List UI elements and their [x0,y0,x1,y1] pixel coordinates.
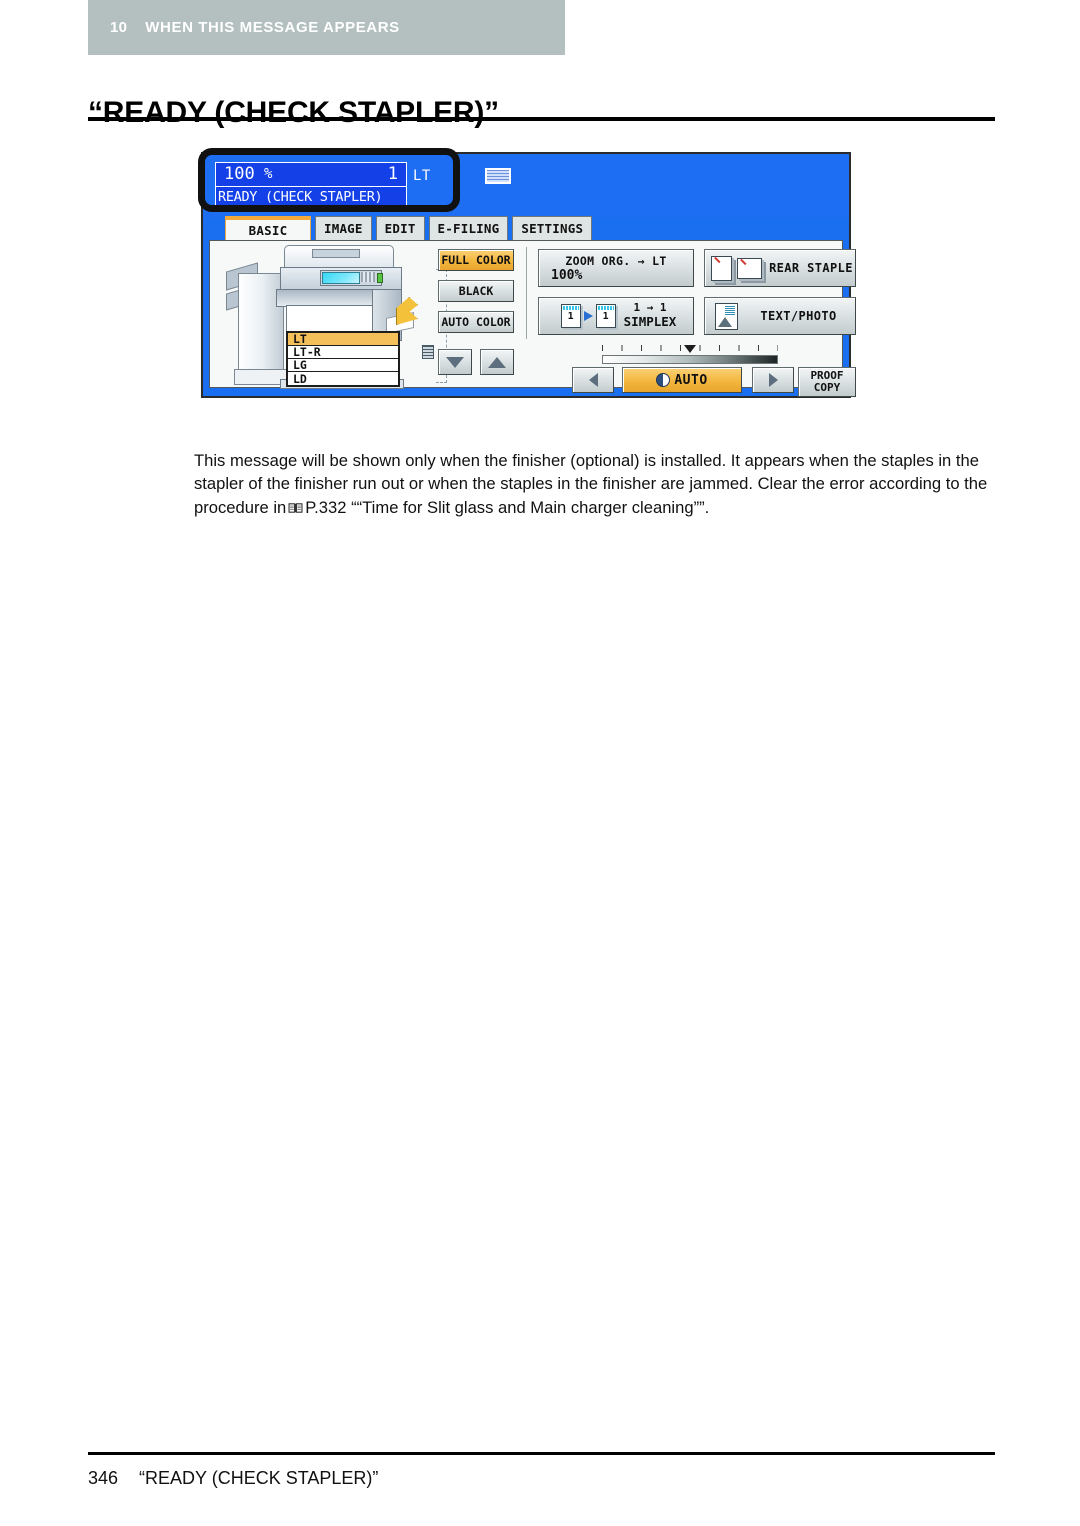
paper-size-indicator: LT [413,168,431,184]
duplex-mode-button[interactable]: 1 1 1 → 1 SIMPLEX [538,297,694,335]
tab-basic-label: BASIC [248,222,288,238]
body-paragraph: This message will be shown only when the… [194,449,994,520]
panel-header: 100 % 1 READY (CHECK STAPLER) LT [203,154,849,218]
zoom-button[interactable]: ZOOM ORG. → LT 100% [538,249,694,287]
zoom-unit: % [264,166,273,182]
density-control-group: AUTO PROOF COPY [538,345,856,397]
color-mode-group: FULL COLOR BLACK AUTO COLOR [438,249,514,342]
footer-divider [88,1452,995,1455]
copier-led-icon [377,273,383,283]
density-pointer-icon [684,345,696,353]
tab-settings[interactable]: SETTINGS [512,216,593,240]
title-divider [88,117,995,121]
copier-screen-icon [322,272,360,284]
arrow-left-icon [588,373,598,387]
duplex-source-number: 1 [567,311,574,322]
status-message: READY (CHECK STAPLER) [218,189,383,205]
density-gradient-bar[interactable] [602,355,778,364]
density-decrease-button[interactable] [572,367,614,393]
full-color-button[interactable]: FULL COLOR [438,249,514,271]
paper-tray-ld-label: LD [293,371,307,386]
auto-contrast-icon [656,373,671,387]
scroll-up-button[interactable] [480,349,514,375]
full-color-label: FULL COLOR [441,253,511,267]
rear-staple-label: REAR STAPLE [769,261,853,275]
copier-illustration: LT LT-R LG LD [226,245,447,389]
paper-tray-list: LT LT-R LG LD [286,331,400,387]
panel-body: LT LT-R LG LD FULL COLOR BLACK AUTO COLO… [209,240,856,397]
copier-exit-tray-icon [286,305,374,333]
density-auto-button[interactable]: AUTO [622,367,742,393]
rear-staple-button[interactable]: REAR STAPLE [704,249,856,287]
tab-basic[interactable]: BASIC [225,216,311,240]
body-part2: ““Time for Slit glass and Main charger c… [351,497,710,517]
original-mode-label: TEXT/PHOTO [760,309,837,323]
paper-tray-lt-label: LT [293,332,307,346]
zoom-button-line2: 100% [551,268,583,283]
black-label: BLACK [458,284,494,298]
single-page-source-icon: 1 [560,304,581,328]
manual-reference-icon [288,497,303,513]
footer-title: “READY (CHECK STAPLER)” [139,1468,379,1488]
running-head: 10 WHEN THIS MESSAGE APPEARS [88,0,565,55]
column-divider [526,247,527,339]
arrow-right-icon [768,373,778,387]
chapter-number: 10 [110,19,128,36]
document-status-icon [485,168,511,184]
tab-image[interactable]: IMAGE [315,216,372,240]
page-title: “READY (CHECK STAPLER)” [88,96,499,130]
document-feeder-arm-icon [312,249,360,258]
zoom-value: 100 [224,164,255,184]
staple-landscape-icon [737,257,762,279]
paper-tray-lg-label: LG [293,358,307,372]
zoom-button-line1: ZOOM ORG. → LT [565,254,667,268]
single-page-output-icon: 1 [595,304,616,328]
duplex-text: 1 → 1 SIMPLEX [624,302,677,329]
tray-scroll-group [438,349,514,375]
paper-tray-lt-r-label: LT-R [293,345,321,359]
copy-count: 1 [387,164,398,184]
tab-bar: BASIC IMAGE EDIT E-FILING SETTINGS [203,216,849,240]
status-display: 100 % 1 READY (CHECK STAPLER) [215,162,407,208]
original-mode-button[interactable]: TEXT/PHOTO [704,297,856,335]
copier-control-panel-figure: 100 % 1 READY (CHECK STAPLER) LT BASIC I… [201,152,856,398]
chevron-down-icon [446,356,464,368]
paper-tray-ld[interactable]: LD [288,371,398,386]
copier-keypad-icon [361,272,375,282]
black-button[interactable]: BLACK [438,280,514,302]
density-increase-button[interactable] [752,367,794,393]
proof-copy-button[interactable]: PROOF COPY [798,367,856,397]
body-reference[interactable]: P.332 [305,498,346,517]
tab-image-label: IMAGE [324,221,363,236]
status-top-row: 100 % 1 [216,163,406,187]
tab-edit[interactable]: EDIT [375,216,425,240]
paper-tray-lg[interactable]: LG [288,358,398,372]
auto-color-button[interactable]: AUTO COLOR [438,311,514,333]
arrow-right-icon [583,311,593,321]
tab-e-filing[interactable]: E-FILING [428,216,509,240]
chevron-up-icon [488,356,506,368]
proof-copy-line2: COPY [813,381,841,394]
text-photo-icon [715,302,738,330]
staple-portrait-icon [711,255,732,281]
duplex-line2: SIMPLEX [623,314,677,330]
footer-page-number: 346 [88,1468,119,1488]
density-auto-label: AUTO [674,372,708,388]
duplex-icons: 1 1 [560,304,616,328]
tab-edit-label: EDIT [384,221,416,236]
page-footer: 346 “READY (CHECK STAPLER)” [88,1468,378,1489]
auto-color-label: AUTO COLOR [441,315,511,329]
chapter-title: WHEN THIS MESSAGE APPEARS [145,19,400,36]
tab-e-filing-label: E-FILING [437,221,500,236]
tab-settings-label: SETTINGS [521,221,584,236]
scroll-down-button[interactable] [438,349,472,375]
duplex-output-number: 1 [602,311,609,322]
paper-stack-icon [422,345,434,359]
